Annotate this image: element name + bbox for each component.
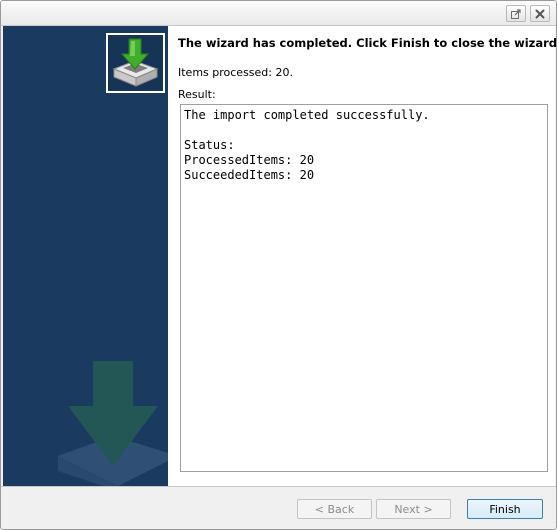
- items-processed-text: Items processed: 20.: [178, 66, 293, 79]
- close-icon: [535, 9, 545, 18]
- import-tray-download-icon: [112, 38, 159, 87]
- external-window-button[interactable]: [506, 5, 526, 22]
- wizard-window: The wizard has completed. Click Finish t…: [0, 0, 557, 530]
- wizard-logo: [106, 33, 165, 93]
- close-button[interactable]: [530, 5, 550, 22]
- result-textbox[interactable]: The import completed successfully. Statu…: [180, 104, 548, 472]
- external-window-icon: [511, 8, 521, 19]
- import-watermark-icon: [58, 361, 168, 486]
- result-label: Result:: [178, 88, 216, 101]
- next-button[interactable]: Next >: [376, 499, 451, 519]
- content-panel: The wizard has completed. Click Finish t…: [168, 26, 557, 486]
- title-bar[interactable]: [1, 1, 556, 26]
- side-panel: [3, 26, 168, 486]
- back-button[interactable]: < Back: [297, 499, 372, 519]
- finish-button[interactable]: Finish: [467, 499, 543, 519]
- completion-heading: The wizard has completed. Click Finish t…: [178, 36, 557, 50]
- button-bar: < Back Next > Finish: [1, 486, 556, 529]
